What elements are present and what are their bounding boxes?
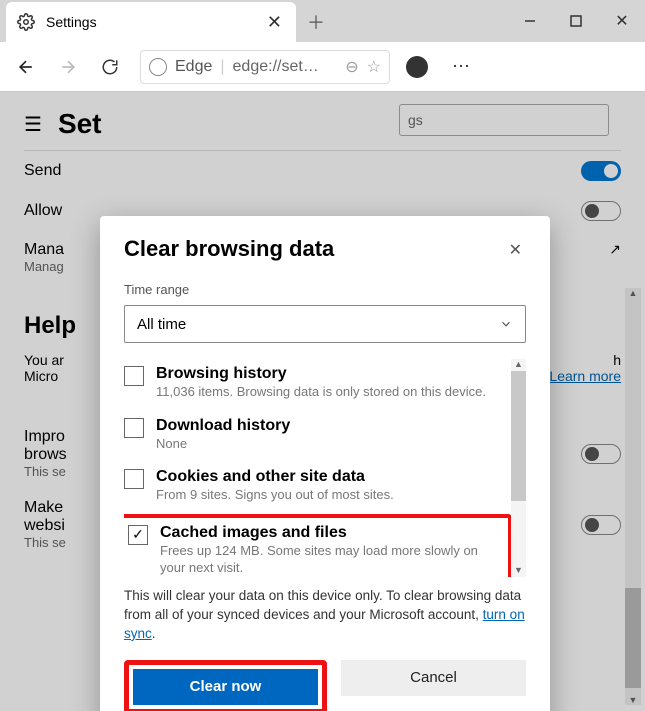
- tab-title: Settings: [46, 14, 97, 30]
- clear-browsing-data-dialog: Clear browsing data ✕ Time range All tim…: [100, 216, 550, 711]
- more-menu-button[interactable]: ⋯: [444, 56, 480, 77]
- item-sub: Frees up 124 MB. Some sites may load mor…: [160, 542, 500, 577]
- cancel-button[interactable]: Cancel: [341, 660, 526, 696]
- item-title: Cached images and files: [160, 524, 500, 542]
- back-button[interactable]: [8, 49, 44, 85]
- list-item[interactable]: Download history None: [124, 411, 508, 463]
- item-sub: From 9 sites. Signs you out of most site…: [156, 486, 508, 504]
- clear-now-button[interactable]: Clear now: [133, 669, 318, 705]
- browser-tab[interactable]: Settings ✕: [6, 2, 296, 42]
- profile-avatar[interactable]: [406, 56, 428, 78]
- new-tab-button[interactable]: ＋: [296, 2, 336, 42]
- checkbox[interactable]: [124, 469, 144, 489]
- list-item[interactable]: Cookies and other site data From 9 sites…: [124, 462, 508, 514]
- close-window-button[interactable]: ✕: [599, 0, 645, 42]
- highlight-annotation: ✓ Cached images and files Frees up 124 M…: [124, 514, 512, 577]
- dialog-close-button[interactable]: ✕: [505, 236, 526, 264]
- list-scrollbar[interactable]: ▲ ▼: [511, 359, 526, 577]
- time-range-select[interactable]: All time: [124, 305, 526, 343]
- checkbox[interactable]: [124, 418, 144, 438]
- list-item[interactable]: ✓ Cached images and files Frees up 124 M…: [124, 522, 504, 577]
- forward-button[interactable]: [50, 49, 86, 85]
- item-sub: 11,036 items. Browsing data is only stor…: [156, 383, 508, 401]
- data-types-list: Browsing history 11,036 items. Browsing …: [124, 359, 526, 577]
- list-item[interactable]: Browsing history 11,036 items. Browsing …: [124, 359, 508, 411]
- gear-icon: [16, 12, 36, 32]
- item-title: Cookies and other site data: [156, 468, 508, 486]
- dialog-title: Clear browsing data: [124, 236, 334, 262]
- chevron-down-icon: [499, 317, 513, 331]
- address-bar[interactable]: Edge | edge://set… ⊖ ☆: [140, 50, 390, 84]
- refresh-button[interactable]: [92, 49, 128, 85]
- minimize-button[interactable]: [507, 0, 553, 42]
- item-sub: None: [156, 435, 508, 453]
- checkbox-checked[interactable]: ✓: [128, 525, 148, 545]
- item-title: Download history: [156, 417, 508, 435]
- time-range-label: Time range: [124, 282, 526, 297]
- zoom-out-icon[interactable]: ⊖: [345, 57, 358, 77]
- title-bar: Settings ✕ ＋ ✕: [0, 0, 645, 42]
- item-title: Browsing history: [156, 365, 508, 383]
- sync-note: This will clear your data on this device…: [124, 587, 526, 644]
- edge-logo-icon: [149, 58, 167, 76]
- maximize-button[interactable]: [553, 0, 599, 42]
- omnibox-url: edge://set…: [233, 58, 319, 76]
- time-range-value: All time: [137, 316, 186, 333]
- omnibox-browser-label: Edge: [175, 58, 212, 76]
- close-tab-icon[interactable]: ✕: [263, 12, 286, 33]
- highlight-annotation: Clear now: [124, 660, 327, 711]
- browser-toolbar: Edge | edge://set… ⊖ ☆ ⋯: [0, 42, 645, 92]
- favorite-icon[interactable]: ☆: [367, 57, 381, 77]
- checkbox[interactable]: [124, 366, 144, 386]
